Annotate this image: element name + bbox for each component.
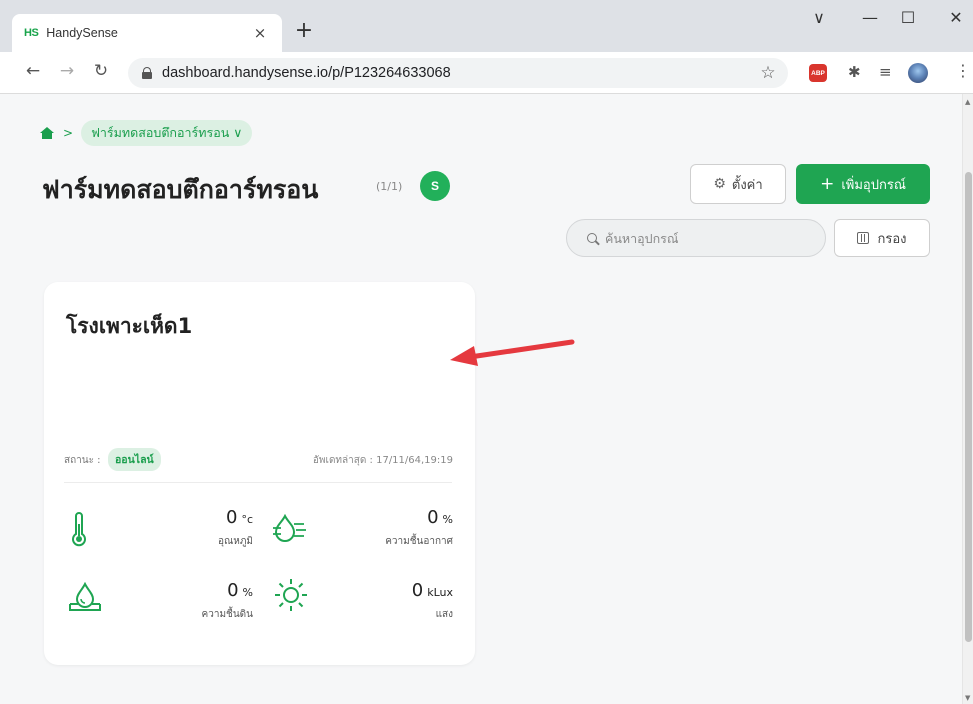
plus-icon: + [820, 173, 835, 194]
extensions-puzzle-icon[interactable]: ✱ [848, 63, 861, 81]
page-scrollbar[interactable]: ▲ ▼ [962, 94, 973, 704]
temperature-value: 0 °c [225, 507, 253, 528]
new-tab-button[interactable]: + [292, 19, 316, 43]
air-humidity-icon [273, 514, 306, 542]
scroll-up-icon[interactable]: ▲ [965, 98, 970, 106]
home-icon[interactable] [40, 127, 54, 139]
page-content: > ฟาร์มทดสอบตึกอาร์ทรอน ∨ ฟาร์มทดสอบตึกอ… [0, 94, 962, 704]
browser-tab[interactable]: HS HandySense × [12, 14, 282, 52]
lock-icon[interactable] [142, 67, 152, 79]
scroll-thumb[interactable] [965, 172, 972, 642]
close-window-icon[interactable]: ✕ [941, 8, 971, 27]
filter-button[interactable]: กรอง [834, 219, 930, 257]
bookmark-star-icon[interactable]: ☆ [756, 63, 780, 83]
settings-label: ตั้งค่า [731, 177, 763, 193]
reload-icon[interactable]: ↻ [90, 61, 112, 81]
user-avatar[interactable]: S [420, 171, 450, 201]
profile-avatar-icon[interactable] [908, 63, 928, 83]
thermometer-icon [72, 512, 86, 547]
url-text[interactable]: dashboard.handysense.io/p/P123264633068 [162, 65, 756, 81]
status-label: สถานะ : [64, 455, 101, 466]
sun-icon [275, 579, 307, 611]
last-updated: อัพเดทล่าสุด : 17/11/64,19:19 [312, 455, 453, 466]
status-badge: ออนไลน์ [108, 448, 161, 471]
page-title: ฟาร์มทดสอบตึกอาร์ทรอน [42, 175, 319, 204]
gear-icon: ⚙ [713, 176, 726, 192]
breadcrumb-farm-dropdown[interactable]: ฟาร์มทดสอบตึกอาร์ทรอน ∨ [81, 120, 253, 146]
air-humidity-label: ความชื้นอากาศ [385, 536, 453, 547]
air-humidity-value: 0% [427, 507, 453, 528]
light-label: แสง [435, 609, 453, 620]
back-icon[interactable]: ← [22, 61, 44, 81]
device-name: โรงเพาะเห็ด1 [66, 314, 193, 338]
adblock-plus-icon[interactable]: ABP [809, 64, 827, 82]
address-bar[interactable]: dashboard.handysense.io/p/P123264633068 … [128, 58, 788, 88]
search-input[interactable] [605, 230, 805, 246]
annotation-arrow-icon [450, 339, 575, 366]
device-count: (1/1) [376, 180, 403, 193]
browser-menu-icon[interactable]: ⋮ [955, 61, 971, 80]
light-value: 0 kLux [411, 580, 453, 601]
search-box[interactable] [566, 219, 826, 257]
browser-toolbar: ← → ↻ dashboard.handysense.io/p/P1232646… [0, 52, 973, 94]
maximize-icon[interactable]: ☐ [893, 8, 923, 27]
add-device-button[interactable]: + เพิ่มอุปกรณ์ [796, 164, 930, 204]
temperature-label: อุณหภูมิ [217, 536, 253, 547]
tab-search-chevron-icon[interactable]: ∨ [804, 8, 834, 27]
breadcrumb: > ฟาร์มทดสอบตึกอาร์ทรอน ∨ [40, 120, 253, 146]
filter-label: กรอง [877, 231, 907, 247]
reading-list-icon[interactable]: ≡ [879, 63, 892, 81]
handysense-favicon-icon: HS [24, 27, 39, 39]
browser-tab-bar: HS HandySense × + ∨ — ☐ ✕ [0, 0, 973, 52]
soil-moisture-label: ความชื้นดิน [201, 609, 253, 620]
soil-moisture-value: 0% [227, 580, 253, 601]
scroll-down-icon[interactable]: ▼ [965, 694, 970, 702]
filter-icon [857, 232, 870, 244]
settings-button[interactable]: ⚙ ตั้งค่า [690, 164, 786, 204]
card-divider [64, 482, 452, 483]
forward-icon[interactable]: → [56, 61, 78, 81]
tab-close-icon[interactable]: × [250, 24, 270, 42]
device-card[interactable]: โรงเพาะเห็ด1 สถานะ : ออนไลน์ อัพเดทล่าสุ… [44, 282, 475, 665]
minimize-icon[interactable]: — [855, 8, 885, 27]
tab-title: HandySense [46, 26, 118, 40]
breadcrumb-separator: > [63, 126, 74, 140]
search-icon [587, 233, 597, 243]
add-device-label: เพิ่มอุปกรณ์ [841, 177, 906, 193]
soil-moisture-icon [69, 582, 101, 611]
